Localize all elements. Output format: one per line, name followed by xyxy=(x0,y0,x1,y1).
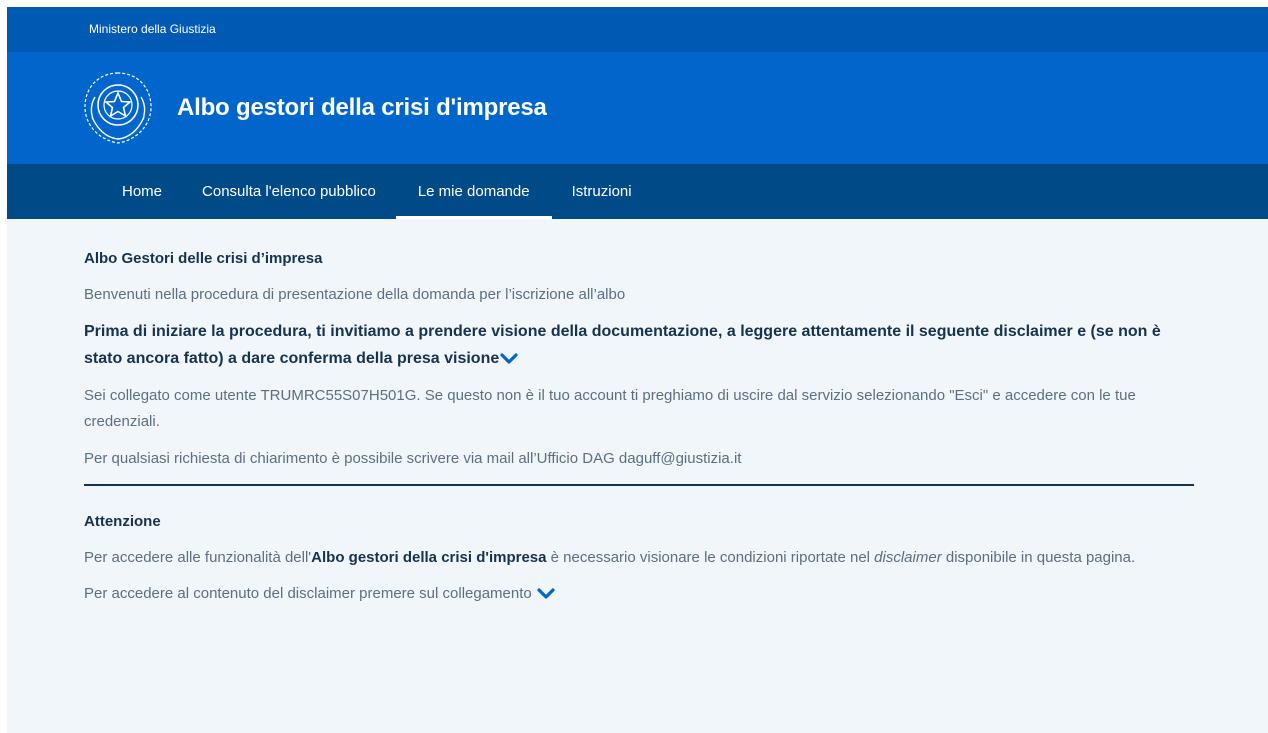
attention-text-italic: disclaimer xyxy=(874,549,942,566)
intro-text: Benvenuti nella procedura di presentazio… xyxy=(84,286,626,303)
attention-text-start: Per accedere alle funzionalità dell' xyxy=(84,549,312,566)
disclaimer-chevron-down-icon[interactable] xyxy=(537,587,555,601)
attention-text-middle: è necessario visionare le condizioni rip… xyxy=(546,549,875,566)
nav-my-applications-label: Le mie domande xyxy=(417,183,530,200)
ministry-label[interactable]: Ministero della Giustizia xyxy=(89,22,216,36)
italian-republic-emblem-icon[interactable] xyxy=(77,67,159,149)
chevron-down-icon[interactable] xyxy=(500,352,518,366)
nav-my-applications[interactable]: Le mie domande xyxy=(395,164,552,219)
attention-title: Attenzione xyxy=(84,513,161,530)
nav-instructions-label: Istruzioni xyxy=(571,183,632,200)
disclaimer-link-line: Per accedere al contenuto del disclaimer… xyxy=(84,581,1191,607)
disclaimer-link-text: Per accedere al contenuto del disclaimer… xyxy=(84,585,536,602)
attention-text: Per accedere alle funzionalità dell'Albo… xyxy=(84,545,1191,571)
site-title[interactable]: Albo gestori della crisi d'impresa xyxy=(177,94,547,122)
procedure-notice: Prima di iniziare la procedura, ti invit… xyxy=(84,318,1191,372)
main-content: Albo Gestori delle crisi d’impresa Benve… xyxy=(7,219,1268,607)
nav-public-list[interactable]: Consulta l'elenco pubblico xyxy=(182,164,396,219)
center-header: Albo gestori della crisi d'impresa xyxy=(7,52,1268,164)
attention-text-bold: Albo gestori della crisi d'impresa xyxy=(311,549,547,566)
section-title: Albo Gestori delle crisi d’impresa xyxy=(84,250,323,267)
nav-public-list-label: Consulta l'elenco pubblico xyxy=(202,183,376,200)
logged-user-message: Sei collegato come utente TRUMRC55S07H50… xyxy=(84,387,1136,430)
divider xyxy=(84,484,1194,486)
contact-message: Per qualsiasi richiesta di chiarimento è… xyxy=(84,450,742,467)
slim-header: Ministero della Giustizia xyxy=(7,7,1268,52)
procedure-notice-text: Prima di iniziare la procedura, ti invit… xyxy=(84,323,1161,367)
main-nav: Home Consulta l'elenco pubblico Le mie d… xyxy=(7,164,1268,219)
nav-instructions[interactable]: Istruzioni xyxy=(552,164,652,219)
nav-home[interactable]: Home xyxy=(105,164,182,219)
page: Ministero della Giustizia Albo gestori d… xyxy=(7,7,1268,733)
attention-text-end: disponibile in questa pagina. xyxy=(941,549,1136,566)
nav-home-label: Home xyxy=(122,183,163,200)
